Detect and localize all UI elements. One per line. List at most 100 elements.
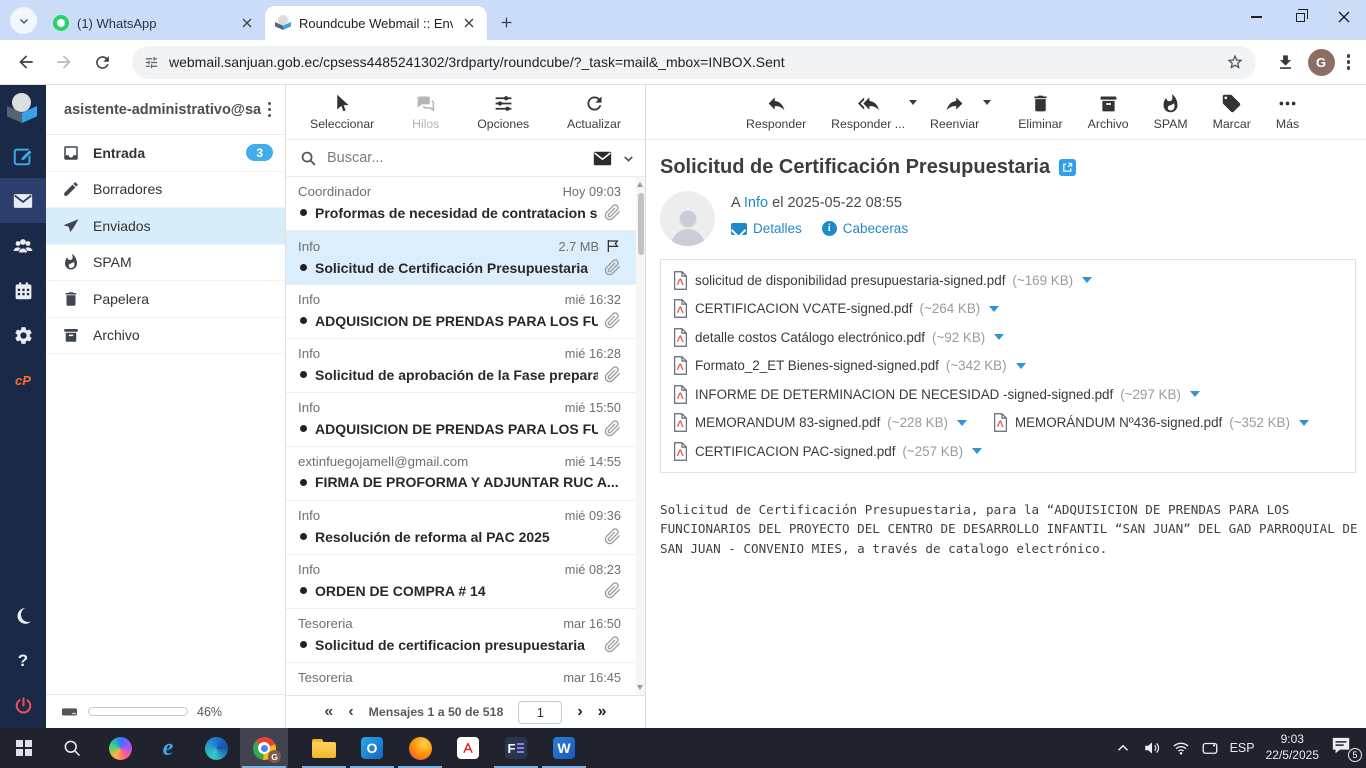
notification-center-button[interactable]: 5 [1330,736,1360,760]
message-row[interactable]: Tesoreria mar 16:45 [286,663,645,695]
url-input[interactable] [169,54,1216,70]
attachment-menu-caret-icon[interactable] [1082,277,1092,283]
message-row[interactable]: Info mié 15:50 ADQUISICION DE PRENDAS PA… [286,393,645,447]
browser-avatar[interactable]: G [1308,49,1335,76]
message-row[interactable]: Info mié 09:36 Resolución de reforma al … [286,501,645,555]
back-button[interactable] [10,46,42,78]
spam-button[interactable]: SPAM [1154,93,1188,131]
folder-enviados[interactable]: Enviados [46,208,285,245]
start-button[interactable] [0,728,48,768]
language-indicator[interactable]: ESP [1230,741,1255,755]
options-button[interactable]: Opciones [477,93,529,131]
folder-archivo[interactable]: Archivo [46,318,285,355]
rail-contacts-button[interactable] [0,223,46,268]
list-scrollbar[interactable] [636,177,645,695]
file-explorer-button[interactable] [300,728,348,768]
taskbar-search-button[interactable] [48,728,96,768]
clock[interactable]: 9:03 22/5/2025 [1266,732,1319,763]
tab-roundcube[interactable]: Roundcube Webmail :: Enviados [265,6,487,40]
firefox-button[interactable] [396,728,444,768]
attachment-menu-caret-icon[interactable] [1190,391,1200,397]
rail-compose-button[interactable] [0,133,46,178]
internet-explorer-button[interactable]: e [144,728,192,768]
message-row[interactable]: Tesoreria mar 16:50 Solicitud de certifi… [286,609,645,663]
folder-papelera[interactable]: Papelera [46,281,285,318]
tab-close-icon[interactable] [461,15,477,31]
mark-button[interactable]: Marcar [1213,93,1251,131]
rail-settings-button[interactable] [0,313,46,358]
edge-button[interactable] [192,728,240,768]
recipient-link[interactable]: Info [744,195,768,211]
tray-expand-button[interactable] [1114,739,1132,757]
more-button[interactable]: Más [1276,93,1299,131]
prev-page-button[interactable]: ‹ [348,704,353,720]
scroll-down-arrow[interactable] [637,685,643,690]
close-button[interactable] [1322,0,1366,34]
attachment-item[interactable]: solicitud de disponibilidad presupuestar… [673,266,1092,295]
wifi-icon[interactable] [1172,739,1190,757]
restore-button[interactable] [1278,0,1322,34]
rail-calendar-button[interactable] [0,268,46,313]
folder-entrada[interactable]: Entrada 3 [46,135,285,172]
message-row[interactable]: Info mié 08:23 ORDEN DE COMPRA # 14 [286,555,645,609]
attachment-item[interactable]: Formato_2_ET Bienes-signed-signed.pdf (~… [673,352,1026,381]
rail-mail-button[interactable] [0,178,46,223]
copilot-button[interactable] [96,728,144,768]
folder-borradores[interactable]: Borradores [46,172,285,209]
attachment-menu-caret-icon[interactable] [1016,363,1026,369]
attachment-item[interactable]: CERTIFICACION PAC-signed.pdf (~257 KB) [673,437,982,466]
select-button[interactable]: Seleccionar [310,93,374,131]
chrome-button[interactable]: G [240,728,288,768]
attachment-menu-caret-icon[interactable] [994,334,1004,340]
attachment-item[interactable]: CERTIFICACION VCATE-signed.pdf (~264 KB) [673,295,999,324]
rail-logout-button[interactable] [0,683,46,728]
tab-whatsapp[interactable]: (1) WhatsApp [43,6,265,40]
url-bar[interactable] [132,46,1256,79]
rail-darkmode-button[interactable] [0,593,46,638]
attachment-item[interactable]: MEMORANDUM 83-signed.pdf (~228 KB) [673,409,967,438]
scope-mail-icon[interactable] [593,151,612,166]
new-tab-button[interactable] [493,9,519,35]
headers-link[interactable]: i Cabeceras [822,221,908,236]
forward-button[interactable]: Reenviar [930,93,979,131]
folder-spam[interactable]: SPAM [46,245,285,282]
attachment-item[interactable]: INFORME DE DETERMINACION DE NECESIDAD -s… [673,380,1200,409]
message-row[interactable]: Coordinador Hoy 09:03 Proformas de neces… [286,177,645,231]
threads-button[interactable]: Hilos [412,93,439,131]
scrollbar-thumb[interactable] [638,193,644,255]
open-in-new-icon[interactable] [1059,159,1076,176]
tab-search-button[interactable] [10,7,37,34]
outlook-button[interactable]: O [348,728,396,768]
reply-all-button[interactable]: Responder ... [831,93,905,131]
message-row[interactable]: Info mié 16:32 ADQUISICION DE PRENDAS PA… [286,285,645,339]
bookmark-star-icon[interactable] [1226,53,1244,71]
word-button[interactable]: W [540,728,588,768]
delete-button[interactable]: Eliminar [1018,93,1062,131]
dropdown-caret-icon[interactable] [983,100,991,105]
tab-close-icon[interactable] [239,15,255,31]
message-row[interactable]: extinfuegojamell@gmail.com mié 14:55 FIR… [286,447,645,501]
rail-cpanel-button[interactable]: cP [0,358,46,403]
attachment-item[interactable]: MEMORÁNDUM Nº436-signed.pdf (~352 KB) [993,409,1309,438]
reply-button[interactable]: Responder [746,93,806,131]
first-page-button[interactable]: « [324,704,333,720]
scroll-up-arrow[interactable] [637,182,643,187]
archive-button[interactable]: Archivo [1088,93,1129,131]
attachment-menu-caret-icon[interactable] [957,420,967,426]
volume-icon[interactable] [1143,739,1161,757]
details-link[interactable]: Detalles [731,221,802,236]
acrobat-button[interactable] [444,728,492,768]
reload-button[interactable] [86,46,118,78]
attachment-item[interactable]: detalle costos Catálogo electrónico.pdf … [673,323,1004,352]
message-row[interactable]: Info mié 16:28 Solicitud de aprobación d… [286,339,645,393]
meet-now-icon[interactable] [1201,739,1219,757]
rail-help-button[interactable]: ? [0,638,46,683]
attachment-menu-caret-icon[interactable] [972,448,982,454]
forward-button[interactable] [48,46,80,78]
minimize-button[interactable] [1234,0,1278,34]
refresh-button[interactable]: Actualizar [567,93,621,131]
last-page-button[interactable]: » [598,704,607,720]
page-input[interactable] [518,701,562,724]
browser-menu-button[interactable] [1341,48,1357,76]
attachment-menu-caret-icon[interactable] [1299,420,1309,426]
